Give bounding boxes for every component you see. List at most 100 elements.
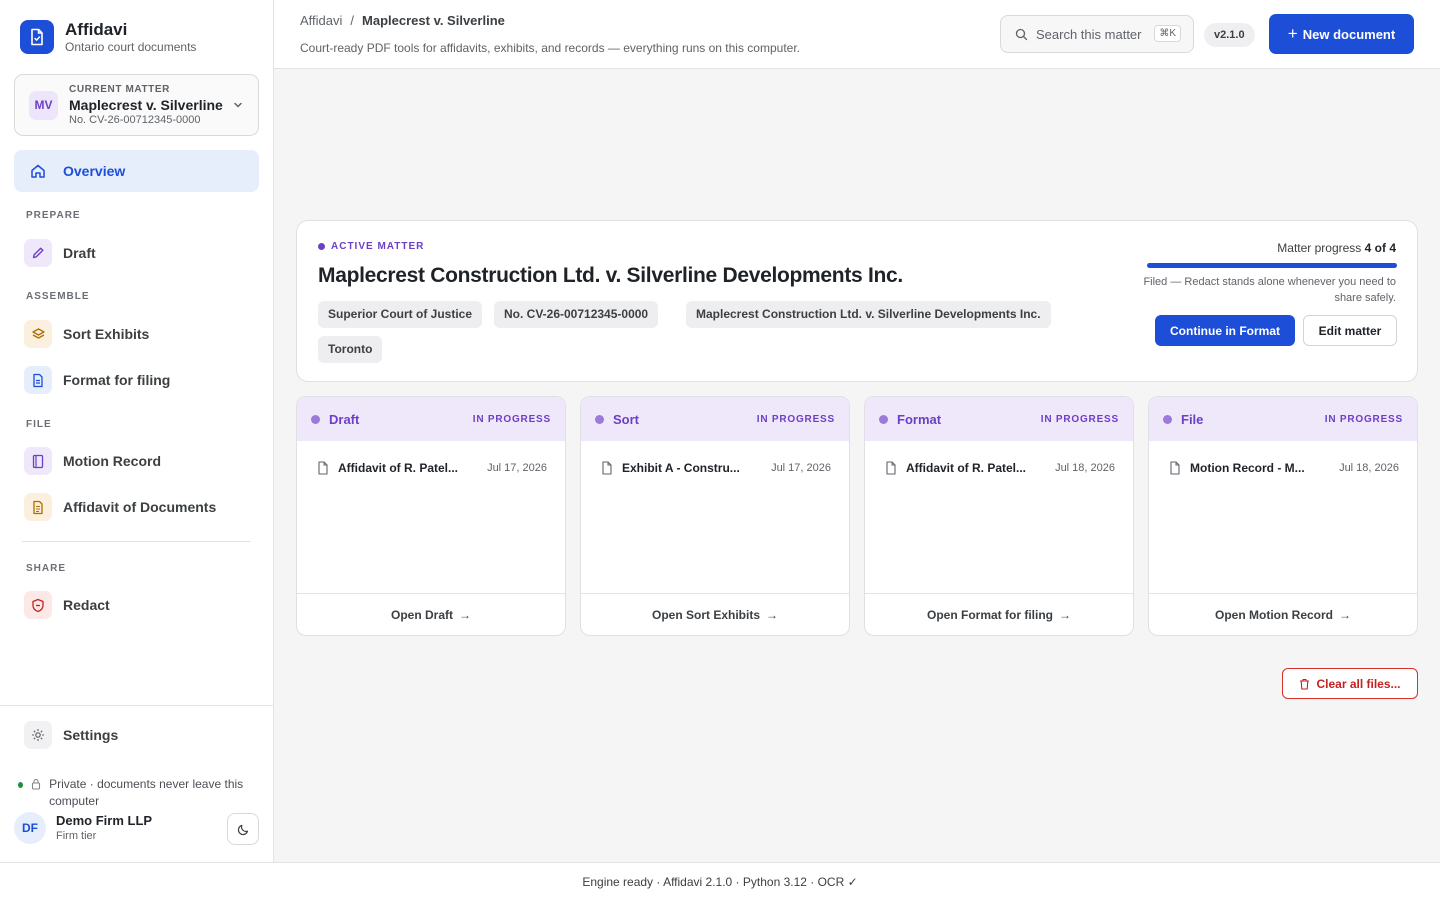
edit-matter-button[interactable]: Edit matter — [1303, 315, 1397, 346]
nav-redact[interactable]: Redact — [14, 584, 259, 626]
stage-card-format: Format IN PROGRESS Affidavit of R. Patel… — [864, 396, 1134, 636]
stage-name: Format — [897, 411, 942, 427]
active-dot — [318, 243, 325, 250]
file-name: Exhibit A - Constru... — [622, 461, 740, 475]
file-icon — [1169, 461, 1181, 475]
file-icon — [885, 461, 897, 475]
open-stage-label: Open Format for filing — [927, 607, 1053, 622]
file-date: Jul 17, 2026 — [487, 462, 547, 474]
trash-icon — [1299, 678, 1310, 690]
active-matter-panel: ACTIVE MATTER Maplecrest Construction Lt… — [296, 220, 1418, 382]
book-icon — [24, 447, 52, 475]
home-icon — [24, 157, 52, 185]
nav-draft[interactable]: Draft — [14, 232, 259, 274]
status-badge: IN PROGRESS — [1040, 413, 1119, 425]
nav-sort-exhibits[interactable]: Sort Exhibits — [14, 313, 259, 355]
matter-name: Maplecrest v. Silverline — [69, 96, 223, 113]
privacy-notice: Private · documents never leave this com… — [18, 776, 258, 810]
new-document-button[interactable]: + New document — [1269, 14, 1414, 54]
matter-title: Maplecrest Construction Ltd. v. Silverli… — [318, 264, 903, 287]
nav-format-for-filing[interactable]: Format for filing — [14, 359, 259, 401]
chip-file-number: No. CV-26-00712345-0000 — [494, 301, 659, 328]
stage-name: Sort — [613, 411, 639, 427]
stage-file-item[interactable]: Exhibit A - Constru... Jul 17, 2026 — [601, 461, 831, 475]
file-name: Motion Record - M... — [1190, 461, 1305, 475]
section-prepare: PREPARE — [26, 210, 81, 221]
stage-header: Sort IN PROGRESS — [581, 397, 849, 441]
layers-icon — [24, 320, 52, 348]
status-badge: IN PROGRESS — [472, 413, 551, 425]
brand[interactable]: Affidavi Ontario court documents — [20, 20, 196, 54]
nav-motion-record[interactable]: Motion Record — [14, 440, 259, 482]
chip-style-of-cause: Maplecrest Construction Ltd. v. Silverli… — [686, 301, 1051, 328]
nav-overview-label: Overview — [63, 163, 126, 179]
nav-settings-label: Settings — [63, 727, 119, 743]
arrow-right-icon: → — [459, 607, 471, 622]
continue-in-format-button[interactable]: Continue in Format — [1155, 315, 1295, 346]
search-placeholder: Search this matter — [1036, 26, 1142, 42]
brand-subtitle: Ontario court documents — [65, 40, 197, 54]
stage-file-item[interactable]: Affidavit of R. Patel... Jul 18, 2026 — [885, 461, 1115, 475]
lock-icon — [31, 778, 41, 790]
arrow-right-icon: → — [766, 607, 778, 622]
sidebar: Affidavi Ontario court documents MV CURR… — [0, 0, 274, 862]
stage-header: File IN PROGRESS — [1149, 397, 1417, 441]
stage-file-item[interactable]: Affidavit of R. Patel... Jul 17, 2026 — [317, 461, 547, 475]
open-format-button[interactable]: Open Format for filing → — [865, 593, 1133, 635]
breadcrumb-separator: / — [350, 13, 355, 28]
brand-name: Affidavi — [65, 20, 128, 39]
active-matter-tag: ACTIVE MATTER — [318, 241, 424, 252]
file-date: Jul 18, 2026 — [1339, 462, 1399, 474]
matter-number: No. CV-26-00712345-0000 — [69, 113, 201, 126]
clear-all-files-label: Clear all files... — [1316, 676, 1401, 691]
nav-affidavit-of-documents[interactable]: Affidavit of Documents — [14, 486, 259, 528]
matter-label: CURRENT MATTER — [69, 83, 170, 95]
stage-card-file: File IN PROGRESS Motion Record - M... Ju… — [1148, 396, 1418, 636]
status-badge: IN PROGRESS — [1324, 413, 1403, 425]
search-input[interactable]: Search this matter ⌘K — [1000, 15, 1194, 53]
progress-label: Matter progress 4 of 4 — [1277, 241, 1396, 255]
matter-selector[interactable]: MV CURRENT MATTER Maplecrest v. Silverli… — [14, 74, 259, 136]
open-draft-button[interactable]: Open Draft → — [297, 593, 565, 635]
stage-card-sort: Sort IN PROGRESS Exhibit A - Constru... … — [580, 396, 850, 636]
plus-icon: + — [1287, 24, 1298, 43]
stage-header: Draft IN PROGRESS — [297, 397, 565, 441]
breadcrumb: Affidavi / Maplecrest v. Silverline — [300, 13, 505, 28]
nav-motion-record-label: Motion Record — [63, 453, 161, 469]
user-name: Demo Firm LLP — [56, 813, 153, 828]
stage-file-item[interactable]: Motion Record - M... Jul 18, 2026 — [1169, 461, 1399, 475]
nav-sort-exhibits-label: Sort Exhibits — [63, 326, 150, 342]
nav-draft-label: Draft — [63, 245, 96, 261]
open-motion-record-button[interactable]: Open Motion Record → — [1149, 593, 1417, 635]
open-sort-exhibits-button[interactable]: Open Sort Exhibits → — [581, 593, 849, 635]
search-shortcut: ⌘K — [1154, 25, 1181, 42]
file-name: Affidavit of R. Patel... — [906, 461, 1027, 475]
privacy-text: Private · documents never leave this com… — [49, 777, 244, 808]
moon-icon — [237, 823, 250, 836]
progress-bar — [1147, 263, 1397, 268]
nav-affidavit-docs-label: Affidavit of Documents — [63, 499, 217, 515]
breadcrumb-current: Maplecrest v. Silverline — [362, 13, 505, 28]
progress-label-text: Matter progress — [1277, 241, 1362, 255]
user-tier: Firm tier — [56, 830, 97, 842]
search-icon — [1015, 28, 1028, 41]
theme-toggle-button[interactable] — [227, 813, 259, 845]
topbar: Affidavi / Maplecrest v. Silverline Cour… — [274, 0, 1440, 69]
section-assemble: ASSEMBLE — [26, 291, 90, 302]
breadcrumb-root[interactable]: Affidavi — [300, 13, 342, 28]
user-profile[interactable]: DF Demo Firm LLP Firm tier — [14, 812, 152, 844]
nav-overview[interactable]: Overview — [14, 150, 259, 192]
stage-dot — [1163, 414, 1172, 424]
stage-dot — [595, 414, 604, 424]
sidebar-bottom-divider — [0, 705, 273, 706]
shield-icon — [24, 591, 52, 619]
active-matter-label: ACTIVE MATTER — [331, 241, 425, 252]
clear-all-files-button[interactable]: Clear all files... — [1282, 668, 1418, 699]
stage-card-draft: Draft IN PROGRESS Affidavit of R. Patel.… — [296, 396, 566, 636]
progress-value: 4 of 4 — [1364, 241, 1396, 255]
status-bar: Engine ready · Affidavi 2.1.0 · Python 3… — [0, 862, 1440, 900]
section-share: SHARE — [26, 563, 67, 574]
matter-avatar: MV — [29, 90, 58, 120]
nav-settings[interactable]: Settings — [14, 714, 259, 756]
document-logo-icon — [20, 20, 54, 54]
